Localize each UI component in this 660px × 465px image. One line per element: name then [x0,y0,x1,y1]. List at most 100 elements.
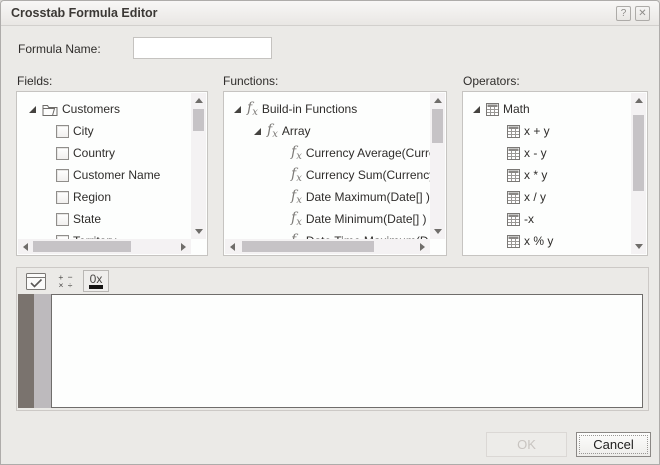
folder-icon [42,103,58,116]
scroll-down-icon[interactable] [195,229,203,234]
functions-vertical-scrollbar[interactable] [430,93,445,239]
tree-item-customer-name[interactable]: Customer Name [18,164,191,186]
tree-item-x-y[interactable]: x - y [464,142,631,164]
operators-tree: Math x + y x - y x * y x / y -x x % y [464,93,631,254]
checkbox[interactable] [56,124,69,138]
scroll-right-icon[interactable] [420,243,425,251]
hex-constant-icon[interactable]: 0x [83,270,109,292]
cancel-button[interactable]: Cancel [576,432,651,457]
function-icon [291,189,302,206]
scrollbar-thumb[interactable] [432,109,443,143]
calc-icon [507,146,520,160]
tree-item-customers[interactable]: Customers [18,98,191,120]
tree-item-currency-average-curren[interactable]: Currency Average(Curren [225,142,430,164]
editor-gutter-light [34,294,51,408]
title-bar: Crosstab Formula Editor ? ✕ [1,1,659,26]
editor-gutter-dark [18,294,34,408]
calc-icon [507,212,520,226]
functions-tree: Build-in Functions Array Currency Average(… [225,93,430,239]
checkbox[interactable] [56,212,69,226]
tree-item-array[interactable]: Array [225,120,430,142]
operators-label: Operators: [463,74,520,88]
scroll-up-icon[interactable] [635,98,643,103]
tree-item-country[interactable]: Country [18,142,191,164]
operators-vertical-scrollbar[interactable] [631,93,646,254]
functions-horizontal-scrollbar[interactable] [225,239,430,254]
operators-panel: Math x + y x - y x * y x / y -x x % y [462,91,648,256]
formula-name-label: Formula Name: [18,42,101,56]
fields-label: Fields: [17,74,53,88]
tree-item-label: Currency Average(Curren [305,146,430,160]
crosstab-formula-editor-dialog: Crosstab Formula Editor ? ✕ Formula Name… [0,0,660,465]
help-icon[interactable]: ? [616,6,631,21]
scroll-left-icon[interactable] [23,243,28,251]
tree-item-math[interactable]: Math [464,98,631,120]
scroll-up-icon[interactable] [434,98,442,103]
hex-glyph: 0x [88,273,104,289]
scrollbar-thumb[interactable] [193,109,204,131]
formula-name-input[interactable] [133,37,272,59]
fields-tree: Customers City Country Customer Name Region S… [18,93,191,239]
scroll-right-icon[interactable] [181,243,186,251]
tree-item-label: Customer Name [73,168,161,182]
tree-item-label: Date Maximum(Date[] ) [305,190,430,204]
tree-item-x-y[interactable]: x + y [464,120,631,142]
tree-item-territory[interactable]: Territory [18,230,191,239]
tree-item-label: Country [73,146,116,160]
fields-vertical-scrollbar[interactable] [191,93,206,239]
function-icon [291,145,302,162]
calc-icon [507,124,520,138]
tree-item-currency-sum-currency[interactable]: Currency Sum(Currency[ [225,164,430,186]
calc-icon [507,168,520,182]
fields-panel: Customers City Country Customer Name Region S… [16,91,208,256]
tree-item-label: -x [524,212,534,226]
tree-item-label: Region [73,190,112,204]
validate-formula-icon[interactable] [23,270,49,292]
scroll-left-icon[interactable] [230,243,235,251]
scrollbar-thumb[interactable] [33,241,131,252]
scroll-down-icon[interactable] [434,229,442,234]
scroll-up-icon[interactable] [195,98,203,103]
tree-item-label: Array [281,124,311,138]
scrollbar-thumb[interactable] [242,241,374,252]
functions-panel: Build-in Functions Array Currency Average(… [223,91,447,256]
tree-item-date-maximum-date[interactable]: Date Maximum(Date[] ) [225,186,430,208]
ok-button[interactable]: OK [486,432,567,457]
expand-collapse-icon[interactable] [254,127,261,135]
tree-item-region[interactable]: Region [18,186,191,208]
tree-item-build-in-functions[interactable]: Build-in Functions [225,98,430,120]
tree-item-date-minimum-date[interactable]: Date Minimum(Date[] ) [225,208,430,230]
function-icon [291,167,302,184]
tree-item-label: Date Minimum(Date[] ) [305,212,427,226]
tree-item-label: City [73,124,94,138]
expand-collapse-icon[interactable] [473,105,480,113]
tree-item-state[interactable]: State [18,208,191,230]
tree-item-label: Customers [62,102,121,116]
tree-item-label: x * y [524,168,548,182]
tree-item-city[interactable]: City [18,120,191,142]
tree-item-date-time-maximum-dat[interactable]: Date Time Maximum(Dat [225,230,430,239]
expand-collapse-icon[interactable] [234,105,241,113]
tree-item-label: x / y [524,190,547,204]
calc-icon [507,234,520,248]
calc-icon [486,102,499,116]
tree-item-label: Math [503,102,530,116]
close-icon[interactable]: ✕ [635,6,650,21]
tree-item-x-y[interactable]: x % y [464,230,631,252]
calc-icon [507,190,520,204]
math-operators-icon[interactable]: + − × ÷ [53,270,79,292]
checkbox[interactable] [56,190,69,204]
tree-item-x-y[interactable]: x * y [464,164,631,186]
tree-item-x-y[interactable]: x / y [464,186,631,208]
tree-item-x[interactable]: -x [464,208,631,230]
scroll-down-icon[interactable] [635,244,643,249]
expand-collapse-icon[interactable] [29,105,36,113]
checkbox[interactable] [56,146,69,160]
fields-horizontal-scrollbar[interactable] [18,239,191,254]
function-icon [247,101,258,118]
formula-editor-input[interactable] [51,294,643,408]
scrollbar-thumb[interactable] [633,115,644,191]
tree-item-label: x % y [524,234,554,248]
dialog-title: Crosstab Formula Editor [11,6,158,20]
checkbox[interactable] [56,168,69,182]
